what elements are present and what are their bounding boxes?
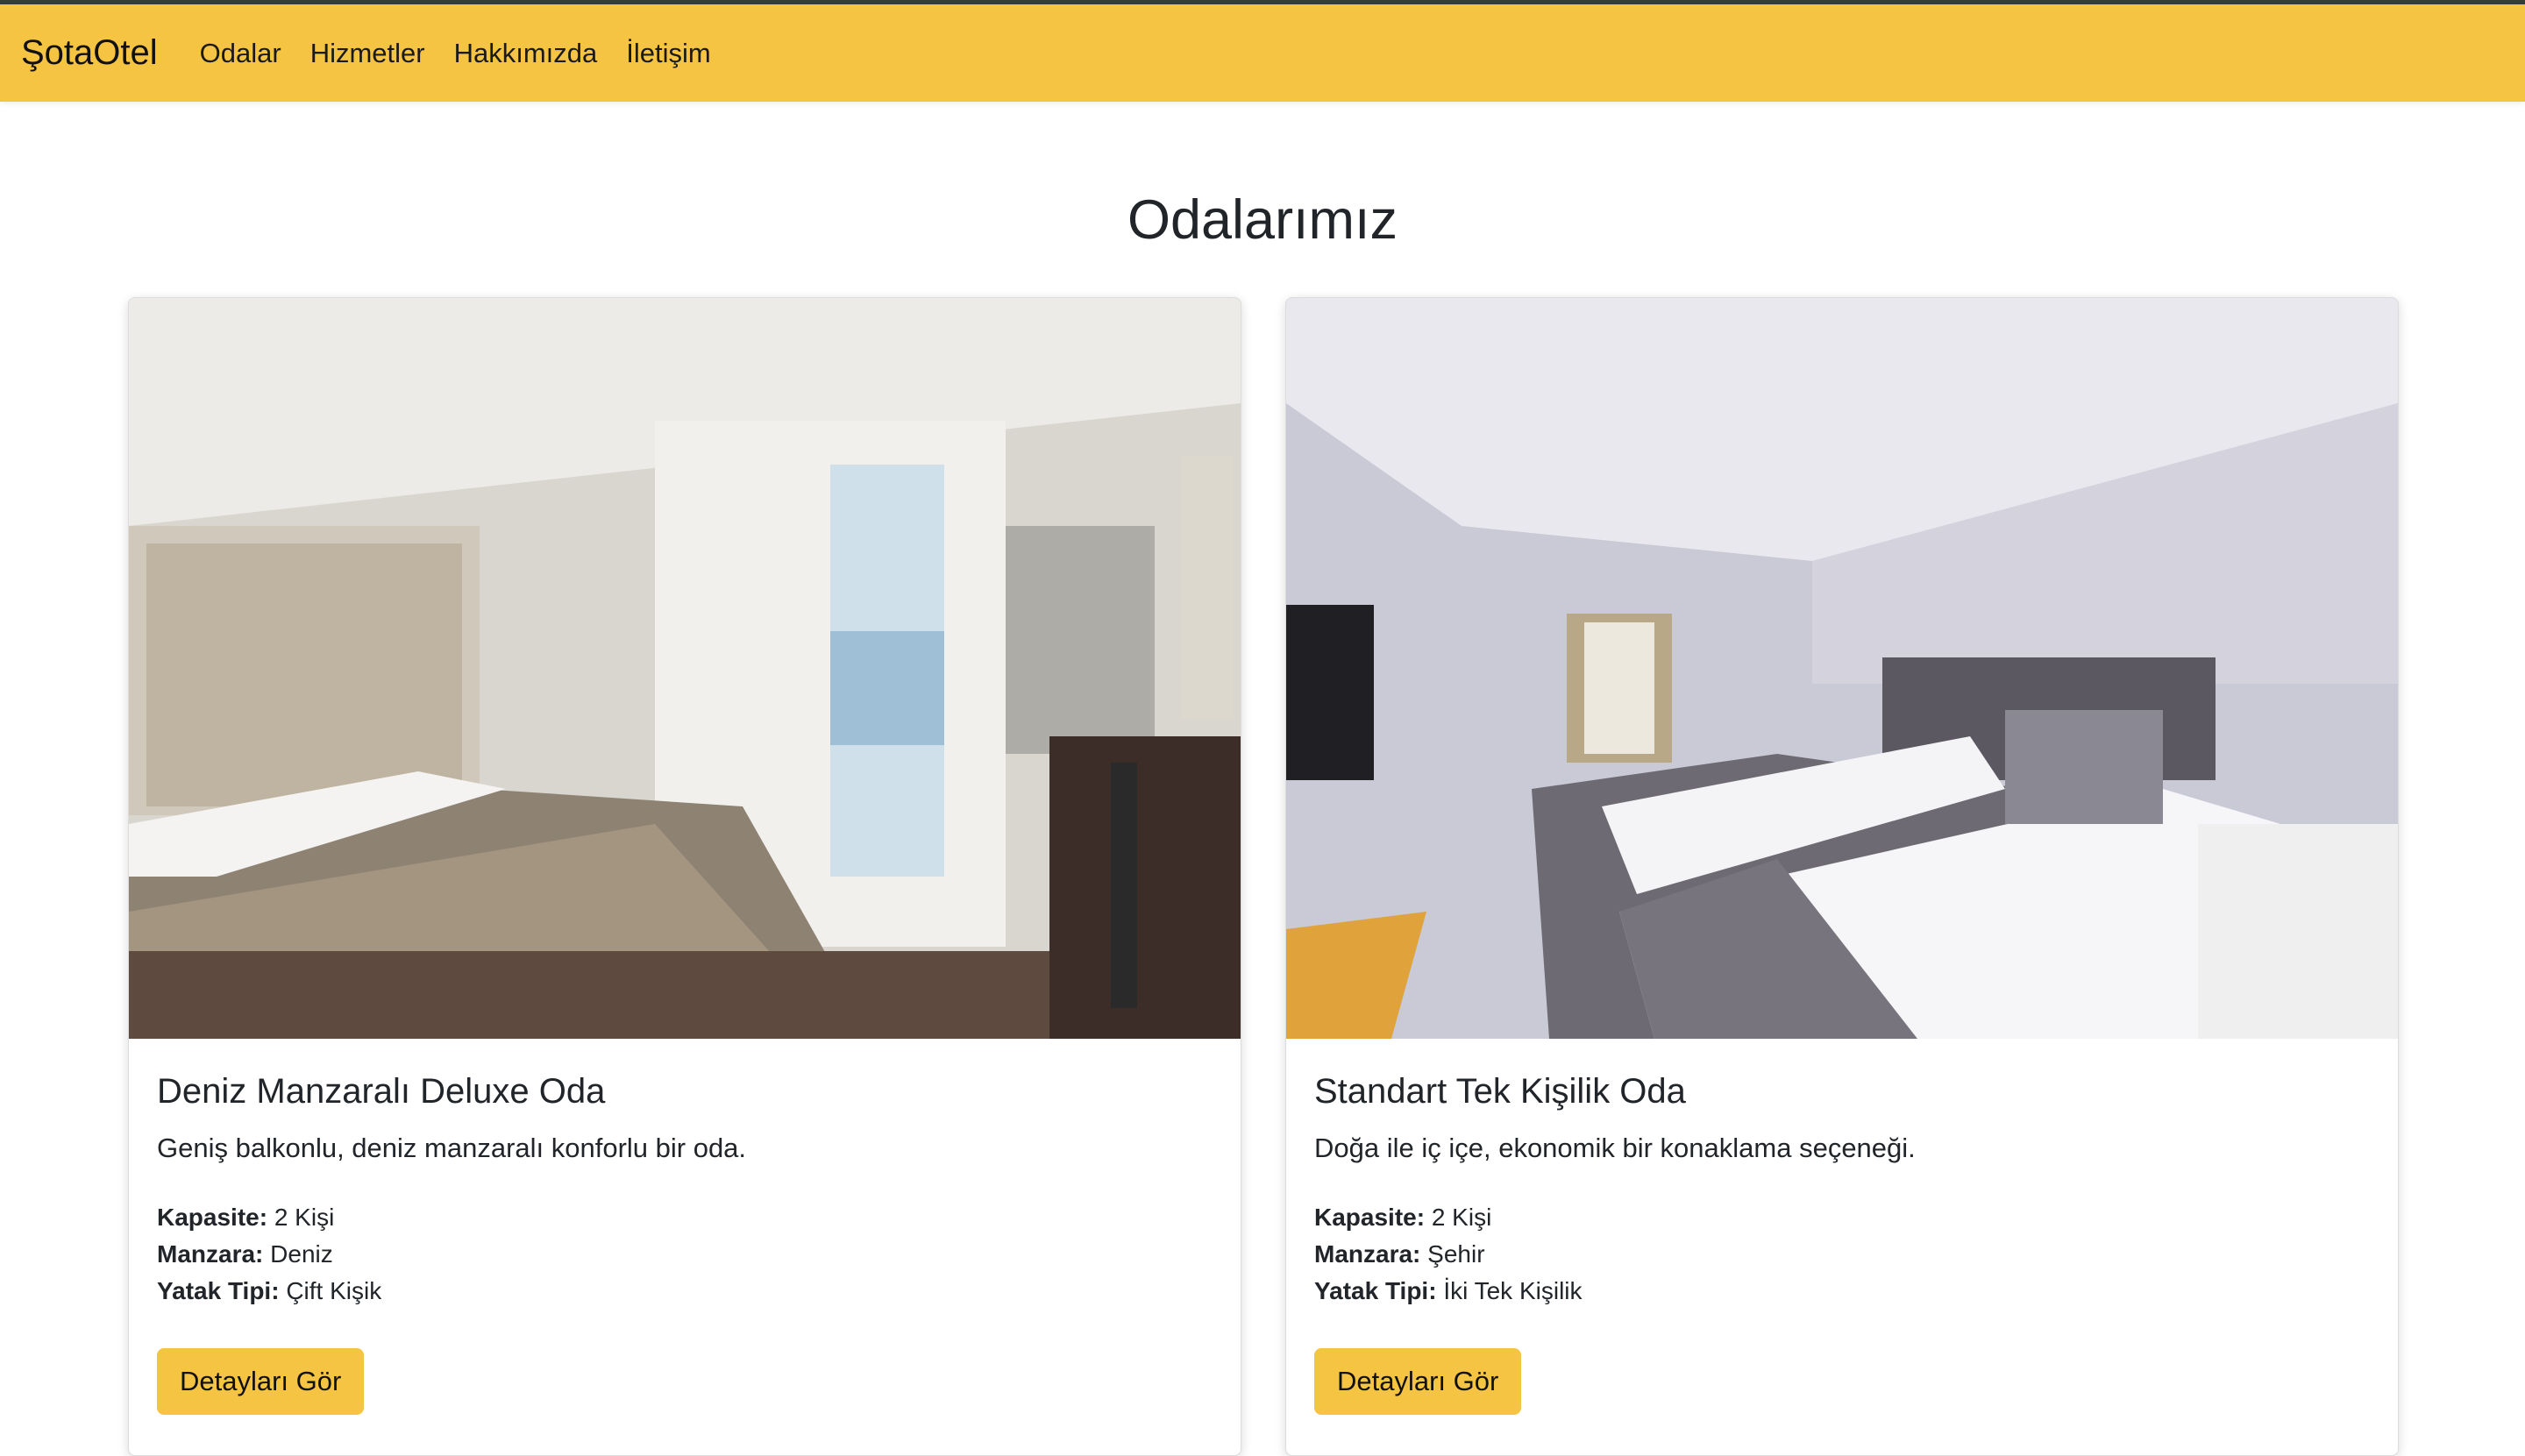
spec-view: Manzara: Deniz bbox=[157, 1236, 1213, 1273]
room-description: Geniş balkonlu, deniz manzaralı konforlu… bbox=[157, 1133, 747, 1163]
nav-link-hakkimizda[interactable]: Hakkımızda bbox=[454, 38, 598, 69]
spec-label: Manzara: bbox=[157, 1240, 264, 1268]
room-photo-deluxe bbox=[129, 298, 1241, 1039]
room-photo-standard bbox=[1286, 298, 2398, 1039]
room-description: Doğa ile iç içe, ekonomik bir konaklama … bbox=[1314, 1133, 1916, 1163]
room-title: Standart Tek Kişilik Oda bbox=[1314, 1072, 1686, 1111]
spec-capacity: Kapasite: 2 Kişi bbox=[157, 1199, 1213, 1236]
spec-value: İki Tek Kişilik bbox=[1443, 1277, 1583, 1304]
spec-capacity: Kapasite: 2 Kişi bbox=[1314, 1199, 2370, 1236]
page-title: Odalarımız bbox=[1127, 189, 1398, 251]
details-button[interactable]: Detayları Gör bbox=[157, 1348, 365, 1415]
spec-view: Manzara: Şehir bbox=[1314, 1236, 2370, 1273]
spec-value: Şehir bbox=[1427, 1240, 1485, 1268]
spec-bed: Yatak Tipi: İki Tek Kişilik bbox=[1314, 1273, 2370, 1310]
spec-value: Çift Kişik bbox=[286, 1277, 382, 1304]
nav-link-odalar[interactable]: Odalar bbox=[200, 38, 281, 69]
nav-link-iletisim[interactable]: İletişim bbox=[626, 38, 710, 69]
room-cards: Deniz Manzaralı Deluxe Oda Geniş balkonl… bbox=[128, 297, 2399, 1456]
spec-bed: Yatak Tipi: Çift Kişik bbox=[157, 1273, 1213, 1310]
spec-label: Kapasite: bbox=[157, 1204, 268, 1231]
spec-label: Yatak Tipi: bbox=[157, 1277, 280, 1304]
spec-value: 2 Kişi bbox=[274, 1204, 335, 1231]
navbar: ŞotaOtel Odalar Hizmetler Hakkımızda İle… bbox=[0, 4, 2525, 102]
brand-logo[interactable]: ŞotaOtel bbox=[21, 33, 158, 73]
spec-label: Manzara: bbox=[1314, 1240, 1421, 1268]
spec-label: Yatak Tipi: bbox=[1314, 1277, 1437, 1304]
details-button[interactable]: Detayları Gör bbox=[1314, 1348, 1522, 1415]
room-card-deluxe: Deniz Manzaralı Deluxe Oda Geniş balkonl… bbox=[128, 297, 1241, 1456]
spec-value: 2 Kişi bbox=[1431, 1204, 1492, 1231]
spec-value: Deniz bbox=[270, 1240, 333, 1268]
room-title: Deniz Manzaralı Deluxe Oda bbox=[157, 1072, 606, 1111]
room-card-standard: Standart Tek Kişilik Oda Doğa ile iç içe… bbox=[1285, 297, 2399, 1456]
spec-label: Kapasite: bbox=[1314, 1204, 1426, 1231]
nav-link-hizmetler[interactable]: Hizmetler bbox=[310, 38, 425, 69]
